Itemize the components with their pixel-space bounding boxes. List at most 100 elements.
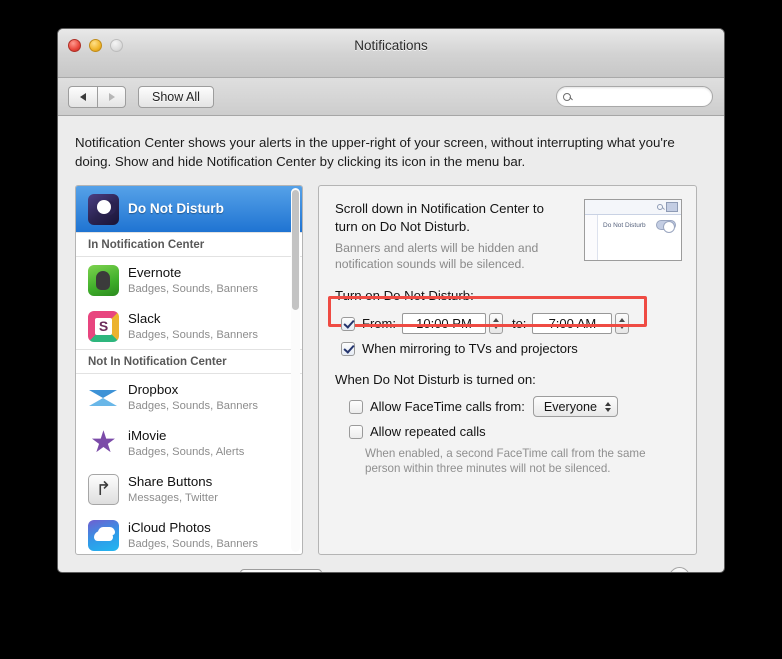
sidebar-item-share-buttons[interactable]: Share Buttons Messages, Twitter: [76, 466, 302, 512]
sidebar-item-label: Dropbox: [128, 381, 179, 397]
row-text: Dropbox Badges, Sounds, Banners: [128, 382, 258, 413]
dropbox-icon: [88, 382, 119, 413]
sidebar-item-subtitle: Badges, Sounds, Alerts: [128, 445, 245, 458]
mirroring-row: When mirroring to TVs and projectors: [341, 341, 680, 356]
search-icon: [563, 92, 571, 101]
row-text: iCloud Photos Badges, Sounds, Banners: [128, 520, 258, 551]
sidebar-item-dropbox[interactable]: Dropbox Badges, Sounds, Banners: [76, 374, 302, 420]
search-icon: [657, 204, 663, 210]
from-time-stepper[interactable]: [488, 313, 503, 334]
evernote-icon: [88, 264, 119, 296]
row-text: Slack Badges, Sounds, Banners: [128, 311, 258, 342]
from-label: From:: [362, 316, 396, 331]
share-arrow-icon: [88, 473, 119, 505]
search-input[interactable]: [576, 89, 701, 104]
sidebar-item-label: iCloud Photos: [128, 519, 211, 535]
back-button[interactable]: [68, 85, 97, 108]
sort-label: Sort Notification Center:: [92, 572, 232, 573]
preview-sidebar: [585, 215, 598, 260]
sidebar-item-subtitle: Badges, Sounds, Banners: [128, 282, 258, 295]
mirroring-label: When mirroring to TVs and projectors: [362, 341, 578, 356]
sidebar-item-label: Slack: [128, 310, 161, 326]
preview-toolbar: [585, 200, 681, 215]
mirroring-checkbox[interactable]: [341, 341, 355, 356]
pane-subheading: Banners and alerts will be hidden and no…: [335, 241, 539, 271]
stepper-up-icon: [619, 318, 626, 322]
sidebar-item-imovie[interactable]: ★ iMovie Badges, Sounds, Alerts: [76, 420, 302, 466]
sidebar-item-evernote[interactable]: Evernote Badges, Sounds, Banners: [76, 257, 302, 303]
right-arrow-icon: [108, 92, 115, 101]
preview-dnd-toggle: [656, 220, 676, 233]
window-titlebar: Notifications: [58, 29, 724, 78]
facetime-row: Allow FaceTime calls from: Everyone: [349, 396, 680, 417]
repeated-calls-row: Allow repeated calls: [349, 424, 680, 439]
preview-dnd-row: Do Not Disturb: [603, 220, 676, 233]
facetime-checkbox[interactable]: [349, 399, 363, 414]
navigation-segmented-control: [68, 85, 126, 108]
when-on-section-label: When Do Not Disturb is turned on:: [335, 372, 536, 387]
row-text: Evernote Badges, Sounds, Banners: [128, 265, 258, 296]
row-text: Do Not Disturb: [128, 201, 224, 217]
toolbar: Show All: [58, 78, 724, 116]
preview-body: Do Not Disturb: [585, 215, 681, 260]
to-label: to:: [511, 316, 527, 331]
do-not-disturb-settings-pane: Do Not Disturb Scroll down in Notificati…: [318, 185, 697, 555]
group-header-in-notification-center: In Notification Center: [76, 232, 302, 257]
help-button[interactable]: ?: [669, 567, 690, 572]
to-time-field[interactable]: 7:00 AM: [532, 313, 613, 334]
chevron-updown-icon: [605, 401, 612, 412]
do-not-disturb-moon-icon: [88, 193, 119, 225]
sidebar-item-slack[interactable]: Slack Badges, Sounds, Banners: [76, 303, 302, 349]
sidebar-item-label: iMovie: [128, 427, 167, 443]
notification-sources-list[interactable]: Do Not Disturb In Notification Center Ev…: [75, 185, 303, 555]
sidebar-item-subtitle: Badges, Sounds, Banners: [128, 328, 258, 341]
intro-description: Notification Center shows your alerts in…: [75, 135, 675, 169]
from-time-field[interactable]: 10:00 PM: [401, 313, 486, 334]
pane-heading: Scroll down in Notification Center to tu…: [335, 201, 544, 234]
schedule-checkbox[interactable]: [341, 316, 355, 331]
facetime-label: Allow FaceTime calls from:: [370, 399, 525, 414]
row-text: Share Buttons Messages, Twitter: [128, 474, 218, 505]
sidebar-item-subtitle: Messages, Twitter: [128, 491, 218, 504]
icloud-photos-icon: [88, 519, 119, 551]
sidebar-scrollbar-thumb[interactable]: [292, 190, 299, 310]
sort-order-popup[interactable]: Manually: [240, 569, 323, 574]
facetime-callers-popup[interactable]: Everyone: [532, 396, 619, 417]
row-text: iMovie Badges, Sounds, Alerts: [128, 428, 244, 459]
sidebar-item-label: Evernote: [128, 264, 182, 280]
sidebar-item-label: Share Buttons: [128, 473, 213, 489]
repeated-calls-note: When enabled, a second FaceTime call fro…: [365, 447, 646, 475]
group-header-not-in-notification-center: Not In Notification Center: [76, 349, 302, 374]
schedule-row: From: 10:00 PM to: 7:00 AM: [341, 313, 680, 334]
sidebar-item-label: Do Not Disturb: [128, 201, 224, 216]
stepper-down-icon: [619, 325, 626, 329]
facetime-callers-value: Everyone: [543, 399, 598, 414]
notification-center-preview: Do Not Disturb: [584, 199, 682, 261]
notifications-preferences-window: Notifications Show All Notification Cent…: [57, 28, 725, 573]
sidebar-item-subtitle: Badges, Sounds, Banners: [128, 537, 258, 550]
preview-dnd-label: Do Not Disturb: [603, 221, 646, 229]
preview-content: Do Not Disturb: [598, 215, 681, 260]
repeated-calls-checkbox[interactable]: [349, 424, 363, 439]
show-all-button[interactable]: Show All: [138, 85, 214, 108]
imovie-star-icon: ★: [90, 426, 117, 459]
to-time-stepper[interactable]: [615, 313, 630, 334]
window-title: Notifications: [354, 38, 428, 53]
list-view-icon: [666, 202, 678, 212]
sort-order-value: Manually: [251, 573, 301, 574]
panes-container: Do Not Disturb In Notification Center Ev…: [75, 185, 707, 555]
forward-button[interactable]: [97, 85, 126, 108]
stepper-up-icon: [492, 318, 499, 322]
slack-icon: [88, 310, 119, 342]
turn-on-section-label: Turn on Do Not Disturb:: [335, 288, 474, 303]
stepper-down-icon: [492, 325, 499, 329]
window-content: Notification Center shows your alerts in…: [58, 116, 724, 574]
left-arrow-icon: [80, 92, 86, 101]
sidebar-scrollbar[interactable]: [291, 188, 300, 552]
sidebar-item-subtitle: Badges, Sounds, Banners: [128, 399, 258, 412]
sidebar-item-icloud-photos[interactable]: iCloud Photos Badges, Sounds, Banners: [76, 512, 302, 554]
sidebar-item-do-not-disturb[interactable]: Do Not Disturb: [76, 186, 302, 232]
repeated-calls-label: Allow repeated calls: [370, 424, 486, 439]
footer-bar: Sort Notification Center: Manually ?: [75, 555, 707, 574]
search-field[interactable]: [556, 86, 713, 107]
